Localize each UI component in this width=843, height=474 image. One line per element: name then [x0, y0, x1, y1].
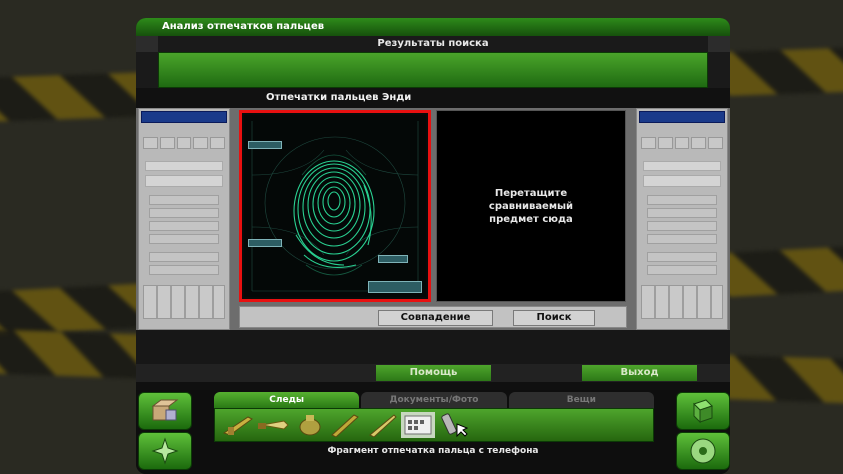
- left-tool-panel: [138, 108, 230, 330]
- fingerprint-marker-tag: [378, 255, 408, 263]
- right-panel-option: [647, 252, 717, 262]
- search-results-list[interactable]: [158, 52, 708, 88]
- right-panel-option: [647, 208, 717, 218]
- inventory-tabs: Следы Документы/Фото Вещи: [214, 392, 654, 408]
- right-panel-option: [647, 234, 717, 244]
- fingerprint-image: [244, 115, 426, 297]
- left-panel-grid: [143, 285, 225, 319]
- fingerprint-sample-panel[interactable]: [239, 110, 431, 302]
- pouch-icon[interactable]: [293, 412, 327, 438]
- fingerprint-marker-tag: [248, 141, 282, 149]
- notebook-icon: [693, 399, 713, 424]
- tab-documents-photo[interactable]: Документы/Фото: [361, 392, 507, 408]
- drop-zone-panel[interactable]: Перетащите сравниваемый предмет сюда: [436, 110, 626, 302]
- left-panel-option: [149, 208, 219, 218]
- search-button[interactable]: Поиск: [513, 310, 595, 326]
- left-panel-field: [145, 161, 223, 171]
- hovered-item-description: Фрагмент отпечатка пальца с телефона: [327, 446, 539, 456]
- right-panel-input: [643, 175, 721, 187]
- comparison-workarea: Перетащите сравниваемый предмет сюда Сов…: [136, 108, 730, 330]
- menu-row: Помощь Выход: [136, 364, 730, 382]
- rifle-icon[interactable]: [221, 412, 255, 438]
- phone-icon[interactable]: [437, 412, 471, 438]
- right-panel-option: [647, 221, 717, 231]
- right-panel-header: [639, 111, 725, 123]
- left-panel-option: [149, 265, 219, 275]
- window-title: Анализ отпечатков пальцев: [136, 18, 730, 36]
- action-bar: Совпадение Поиск: [239, 306, 627, 328]
- blade-icon[interactable]: [365, 412, 399, 438]
- inventory-slots: [214, 408, 654, 442]
- left-panel-toolbar: [143, 137, 225, 149]
- left-panel-option: [149, 195, 219, 205]
- results-cap-right: [708, 36, 730, 52]
- left-panel-input: [145, 175, 223, 187]
- fingerprint-marker-tag: [248, 239, 282, 247]
- results-title: Результаты поиска: [377, 38, 489, 49]
- help-button[interactable]: Помощь: [376, 365, 491, 381]
- right-panel-grid: [641, 285, 723, 319]
- box-icon: [151, 399, 179, 421]
- fingerprint-owner-title: Отпечатки пальцев Энди: [136, 88, 730, 108]
- fingerprint-card-icon[interactable]: [401, 412, 435, 438]
- results-area: [136, 52, 730, 88]
- results-cap-left: [136, 36, 158, 52]
- left-panel-option: [149, 221, 219, 231]
- drop-zone-text: Перетащите сравниваемый предмет сюда: [488, 187, 574, 225]
- left-panel-option: [149, 234, 219, 244]
- right-panel-option: [647, 195, 717, 205]
- right-panel-option: [647, 265, 717, 275]
- knife-icon[interactable]: [257, 412, 291, 438]
- right-panel-toolbar: [641, 137, 723, 149]
- notebook-button[interactable]: [676, 392, 730, 430]
- right-tool-panel: [636, 108, 728, 330]
- shotgun-icon[interactable]: [329, 412, 363, 438]
- results-header: Результаты поиска: [136, 36, 730, 52]
- inventory-bar: Следы Документы/Фото Вещи Фрагмент отпеч…: [136, 390, 730, 474]
- tab-items[interactable]: Вещи: [508, 392, 654, 408]
- right-panel-field: [643, 161, 721, 171]
- evidence-box-button[interactable]: [138, 392, 192, 430]
- tab-traces[interactable]: Следы: [214, 392, 360, 408]
- fingerprint-analysis-window: Анализ отпечатков пальцев Результаты пои…: [136, 18, 730, 474]
- left-panel-option: [149, 252, 219, 262]
- exit-button[interactable]: Выход: [582, 365, 697, 381]
- left-panel-header: [141, 111, 227, 123]
- fingerprint-marker-tag: [368, 281, 422, 293]
- match-button[interactable]: Совпадение: [378, 310, 493, 326]
- status-area: [136, 330, 730, 364]
